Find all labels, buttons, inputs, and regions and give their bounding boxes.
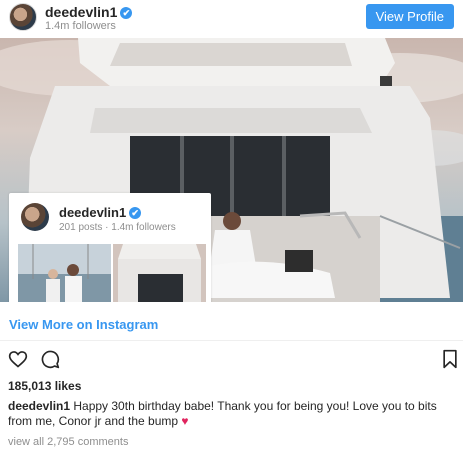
like-count[interactable]: 185,013 likes bbox=[8, 379, 81, 393]
heart-icon[interactable] bbox=[8, 349, 28, 369]
thumbnail-1[interactable] bbox=[18, 244, 111, 302]
view-more-link[interactable]: View More on Instagram bbox=[9, 317, 158, 332]
verified-badge-icon: ✔ bbox=[120, 7, 133, 19]
card-avatar[interactable] bbox=[21, 203, 49, 231]
post-image[interactable]: deedevlin1 ✔ 201 posts · 1.4m followers bbox=[0, 38, 463, 302]
verified-badge-icon: ✔ bbox=[129, 207, 142, 219]
post-header: deedevlin1 ✔ 1.4m followers View Profile bbox=[0, 0, 463, 38]
follower-count: 1.4m followers bbox=[45, 20, 116, 32]
view-comments-link[interactable]: view all 2,795 comments bbox=[8, 436, 128, 448]
card-username[interactable]: deedevlin1 ✔ bbox=[59, 205, 142, 220]
username-text[interactable]: deedevlin1 bbox=[45, 4, 117, 20]
card-stats: 201 posts · 1.4m followers bbox=[59, 222, 176, 233]
card-username-text[interactable]: deedevlin1 bbox=[59, 205, 126, 220]
profile-preview-card[interactable]: deedevlin1 ✔ 201 posts · 1.4m followers bbox=[9, 193, 211, 302]
profile-avatar[interactable] bbox=[9, 3, 37, 31]
thumbnail-2[interactable] bbox=[113, 244, 206, 302]
bookmark-icon[interactable] bbox=[441, 349, 459, 369]
post-caption: deedevlin1 Happy 30th birthday babe! Tha… bbox=[8, 399, 458, 429]
comment-icon[interactable] bbox=[40, 349, 60, 369]
caption-text: Happy 30th birthday babe! Thank you for … bbox=[8, 399, 437, 428]
caption-username[interactable]: deedevlin1 bbox=[8, 399, 70, 413]
view-profile-button[interactable]: View Profile bbox=[365, 4, 454, 29]
divider bbox=[0, 340, 463, 341]
profile-username[interactable]: deedevlin1 ✔ bbox=[45, 4, 133, 20]
red-heart-emoji: ♥ bbox=[181, 414, 189, 428]
